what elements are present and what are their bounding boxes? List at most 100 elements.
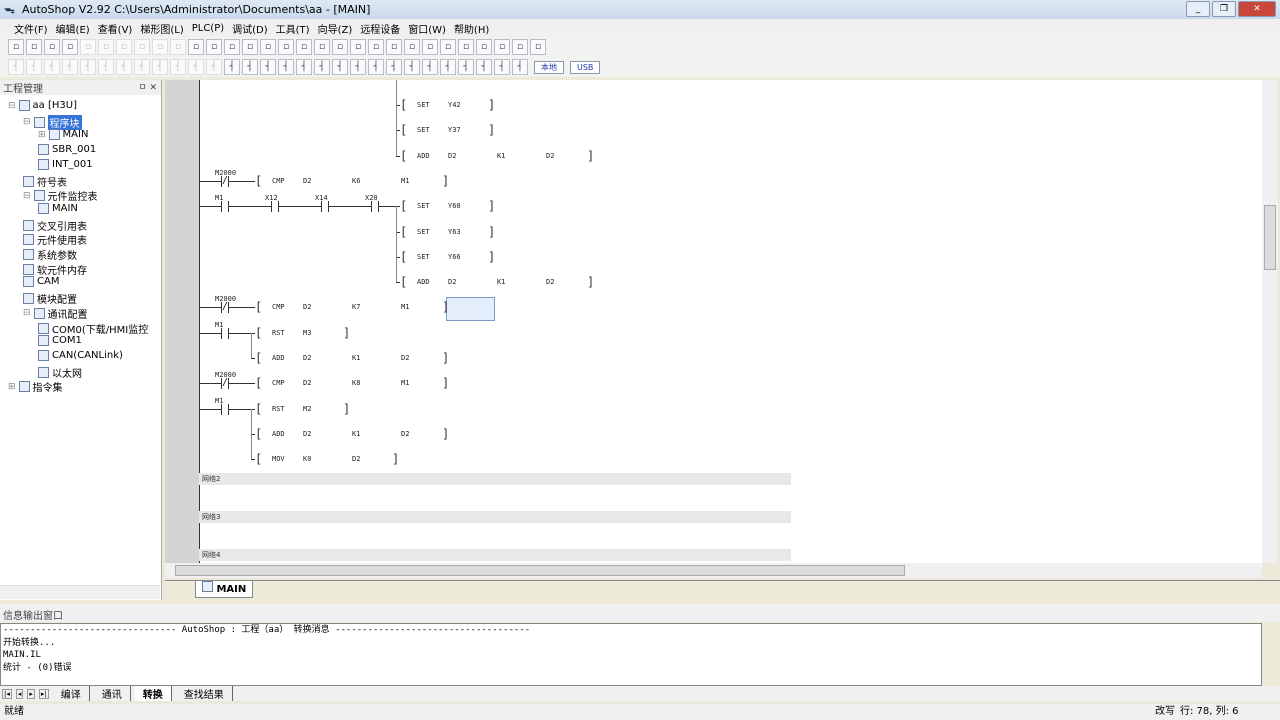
operand[interactable]: K0: [303, 455, 311, 463]
selected-cell-cursor[interactable]: [446, 297, 495, 321]
zoom4-icon[interactable]: ▫: [512, 39, 528, 55]
instruction[interactable]: SET: [417, 228, 430, 236]
run-icon[interactable]: ▫: [314, 39, 330, 55]
down-icon[interactable]: ┤: [512, 59, 528, 75]
tree-item[interactable]: CAN(CANLink): [38, 349, 123, 361]
expand-toggle-icon[interactable]: ⊟: [23, 308, 31, 318]
t5-icon[interactable]: ┤: [80, 59, 96, 75]
operand[interactable]: Y42: [448, 101, 461, 109]
find-icon[interactable]: ▫: [188, 39, 204, 55]
menu-item[interactable]: 向导(Z): [314, 21, 357, 36]
operand[interactable]: D2: [303, 430, 311, 438]
t4-icon[interactable]: ┤: [62, 59, 78, 75]
falling-icon[interactable]: ┤: [314, 59, 330, 75]
monitor2-icon[interactable]: ▫: [296, 39, 312, 55]
light-icon[interactable]: ▫: [386, 39, 402, 55]
t2-icon[interactable]: ┤: [26, 59, 42, 75]
operand[interactable]: M2: [303, 405, 311, 413]
restore-button[interactable]: ❐: [1212, 1, 1236, 17]
no-contact-icon[interactable]: ┤: [260, 59, 276, 75]
t14-icon[interactable]: ┤: [350, 59, 366, 75]
first-tab-nav[interactable]: |◂: [2, 688, 12, 699]
operand[interactable]: Y37: [448, 126, 461, 134]
operand[interactable]: Y66: [448, 253, 461, 261]
next-tab-nav[interactable]: ▸: [27, 688, 35, 699]
operand[interactable]: M1: [401, 379, 409, 387]
tree-item[interactable]: 模块配置: [23, 291, 77, 306]
tree-item[interactable]: 系统参数: [23, 247, 77, 262]
operand[interactable]: D2: [401, 354, 409, 362]
pen-icon[interactable]: ▫: [440, 39, 456, 55]
contact-no[interactable]: [271, 201, 279, 213]
print-preview-icon[interactable]: ▫: [206, 39, 222, 55]
menu-item[interactable]: 工具(T): [272, 21, 314, 36]
t9-icon[interactable]: ┤: [152, 59, 168, 75]
undo-icon[interactable]: ▫: [134, 39, 150, 55]
contact-no[interactable]: [221, 201, 229, 213]
nc-contact-icon[interactable]: ┤: [278, 59, 294, 75]
operand[interactable]: D2: [448, 278, 456, 286]
hline-icon[interactable]: ┤: [188, 59, 204, 75]
expand-toggle-icon[interactable]: ⊟: [23, 117, 31, 127]
tree-item[interactable]: MAIN: [38, 202, 78, 214]
t8-icon[interactable]: ┤: [134, 59, 150, 75]
tree-item[interactable]: SBR_001: [38, 144, 96, 156]
instruction[interactable]: MOV: [272, 455, 285, 463]
network-header[interactable]: 网络3: [199, 511, 791, 523]
print-icon[interactable]: ▫: [224, 39, 240, 55]
operand[interactable]: K8: [352, 379, 360, 387]
window2-icon[interactable]: ▫: [260, 39, 276, 55]
output-tab-1[interactable]: 通讯: [94, 686, 131, 701]
operand[interactable]: K1: [497, 152, 505, 160]
operand[interactable]: M3: [303, 329, 311, 337]
save-all-icon[interactable]: ▫: [62, 39, 78, 55]
expand-toggle-icon[interactable]: ⊟: [8, 101, 16, 111]
menu-item[interactable]: 远程设备: [356, 21, 404, 36]
watch-icon[interactable]: ▫: [404, 39, 420, 55]
operand[interactable]: K7: [352, 303, 360, 311]
instruction[interactable]: ADD: [272, 354, 285, 362]
chart-icon[interactable]: ▫: [530, 39, 546, 55]
download-icon[interactable]: ▫: [350, 39, 366, 55]
instruction[interactable]: ADD: [417, 278, 430, 286]
operand[interactable]: D2: [448, 152, 456, 160]
edit-icon[interactable]: ▫: [422, 39, 438, 55]
instruction[interactable]: SET: [417, 202, 430, 210]
tree-item[interactable]: COM0(下载/HMI监控: [38, 321, 148, 336]
menu-item[interactable]: 窗口(W): [404, 21, 450, 36]
output-tab-2[interactable]: 转换: [134, 686, 172, 701]
tree-item[interactable]: INT_001: [38, 158, 93, 170]
contact-no[interactable]: [221, 403, 229, 415]
tree-item[interactable]: 元件使用表: [23, 232, 87, 247]
output-tab-3[interactable]: 查找结果: [176, 686, 233, 701]
tree-item[interactable]: 软元件内存: [23, 262, 87, 277]
tree-item[interactable]: 符号表: [23, 174, 67, 189]
menu-item[interactable]: 调试(D): [228, 21, 272, 36]
tree-item[interactable]: ⊞ 指令集: [8, 379, 63, 394]
instruction[interactable]: CMP: [272, 303, 285, 311]
new-icon[interactable]: ▫: [8, 39, 24, 55]
redo-icon[interactable]: ▫: [152, 39, 168, 55]
operand[interactable]: D2: [401, 430, 409, 438]
tree-item[interactable]: ⊟ 元件监控表: [23, 188, 98, 203]
operand[interactable]: K1: [352, 354, 360, 362]
invert-icon[interactable]: ┤: [458, 59, 474, 75]
cut-icon[interactable]: ▫: [80, 39, 96, 55]
operand[interactable]: D2: [303, 177, 311, 185]
tree-item[interactable]: CAM: [23, 276, 59, 288]
tree-item[interactable]: ⊞ MAIN: [38, 129, 88, 141]
operand[interactable]: D2: [303, 354, 311, 362]
operand[interactable]: D2: [352, 455, 360, 463]
t12-icon[interactable]: ┤: [242, 59, 258, 75]
instruction[interactable]: SET: [417, 126, 430, 134]
operand[interactable]: K1: [352, 430, 360, 438]
operand[interactable]: M1: [401, 303, 409, 311]
instruction[interactable]: CMP: [272, 177, 285, 185]
window1-icon[interactable]: ▫: [242, 39, 258, 55]
operand[interactable]: M1: [401, 177, 409, 185]
toolbar-button-0[interactable]: 本地: [534, 60, 564, 74]
ladder-editor[interactable]: [SET Y42][SET Y37][ADD D2 K1 D2] / M2000[CMP D2 K…: [165, 80, 1262, 563]
monitor1-icon[interactable]: ▫: [278, 39, 294, 55]
tree-item[interactable]: 交叉引用表: [23, 218, 87, 233]
expand-toggle-icon[interactable]: ⊟: [23, 191, 31, 201]
